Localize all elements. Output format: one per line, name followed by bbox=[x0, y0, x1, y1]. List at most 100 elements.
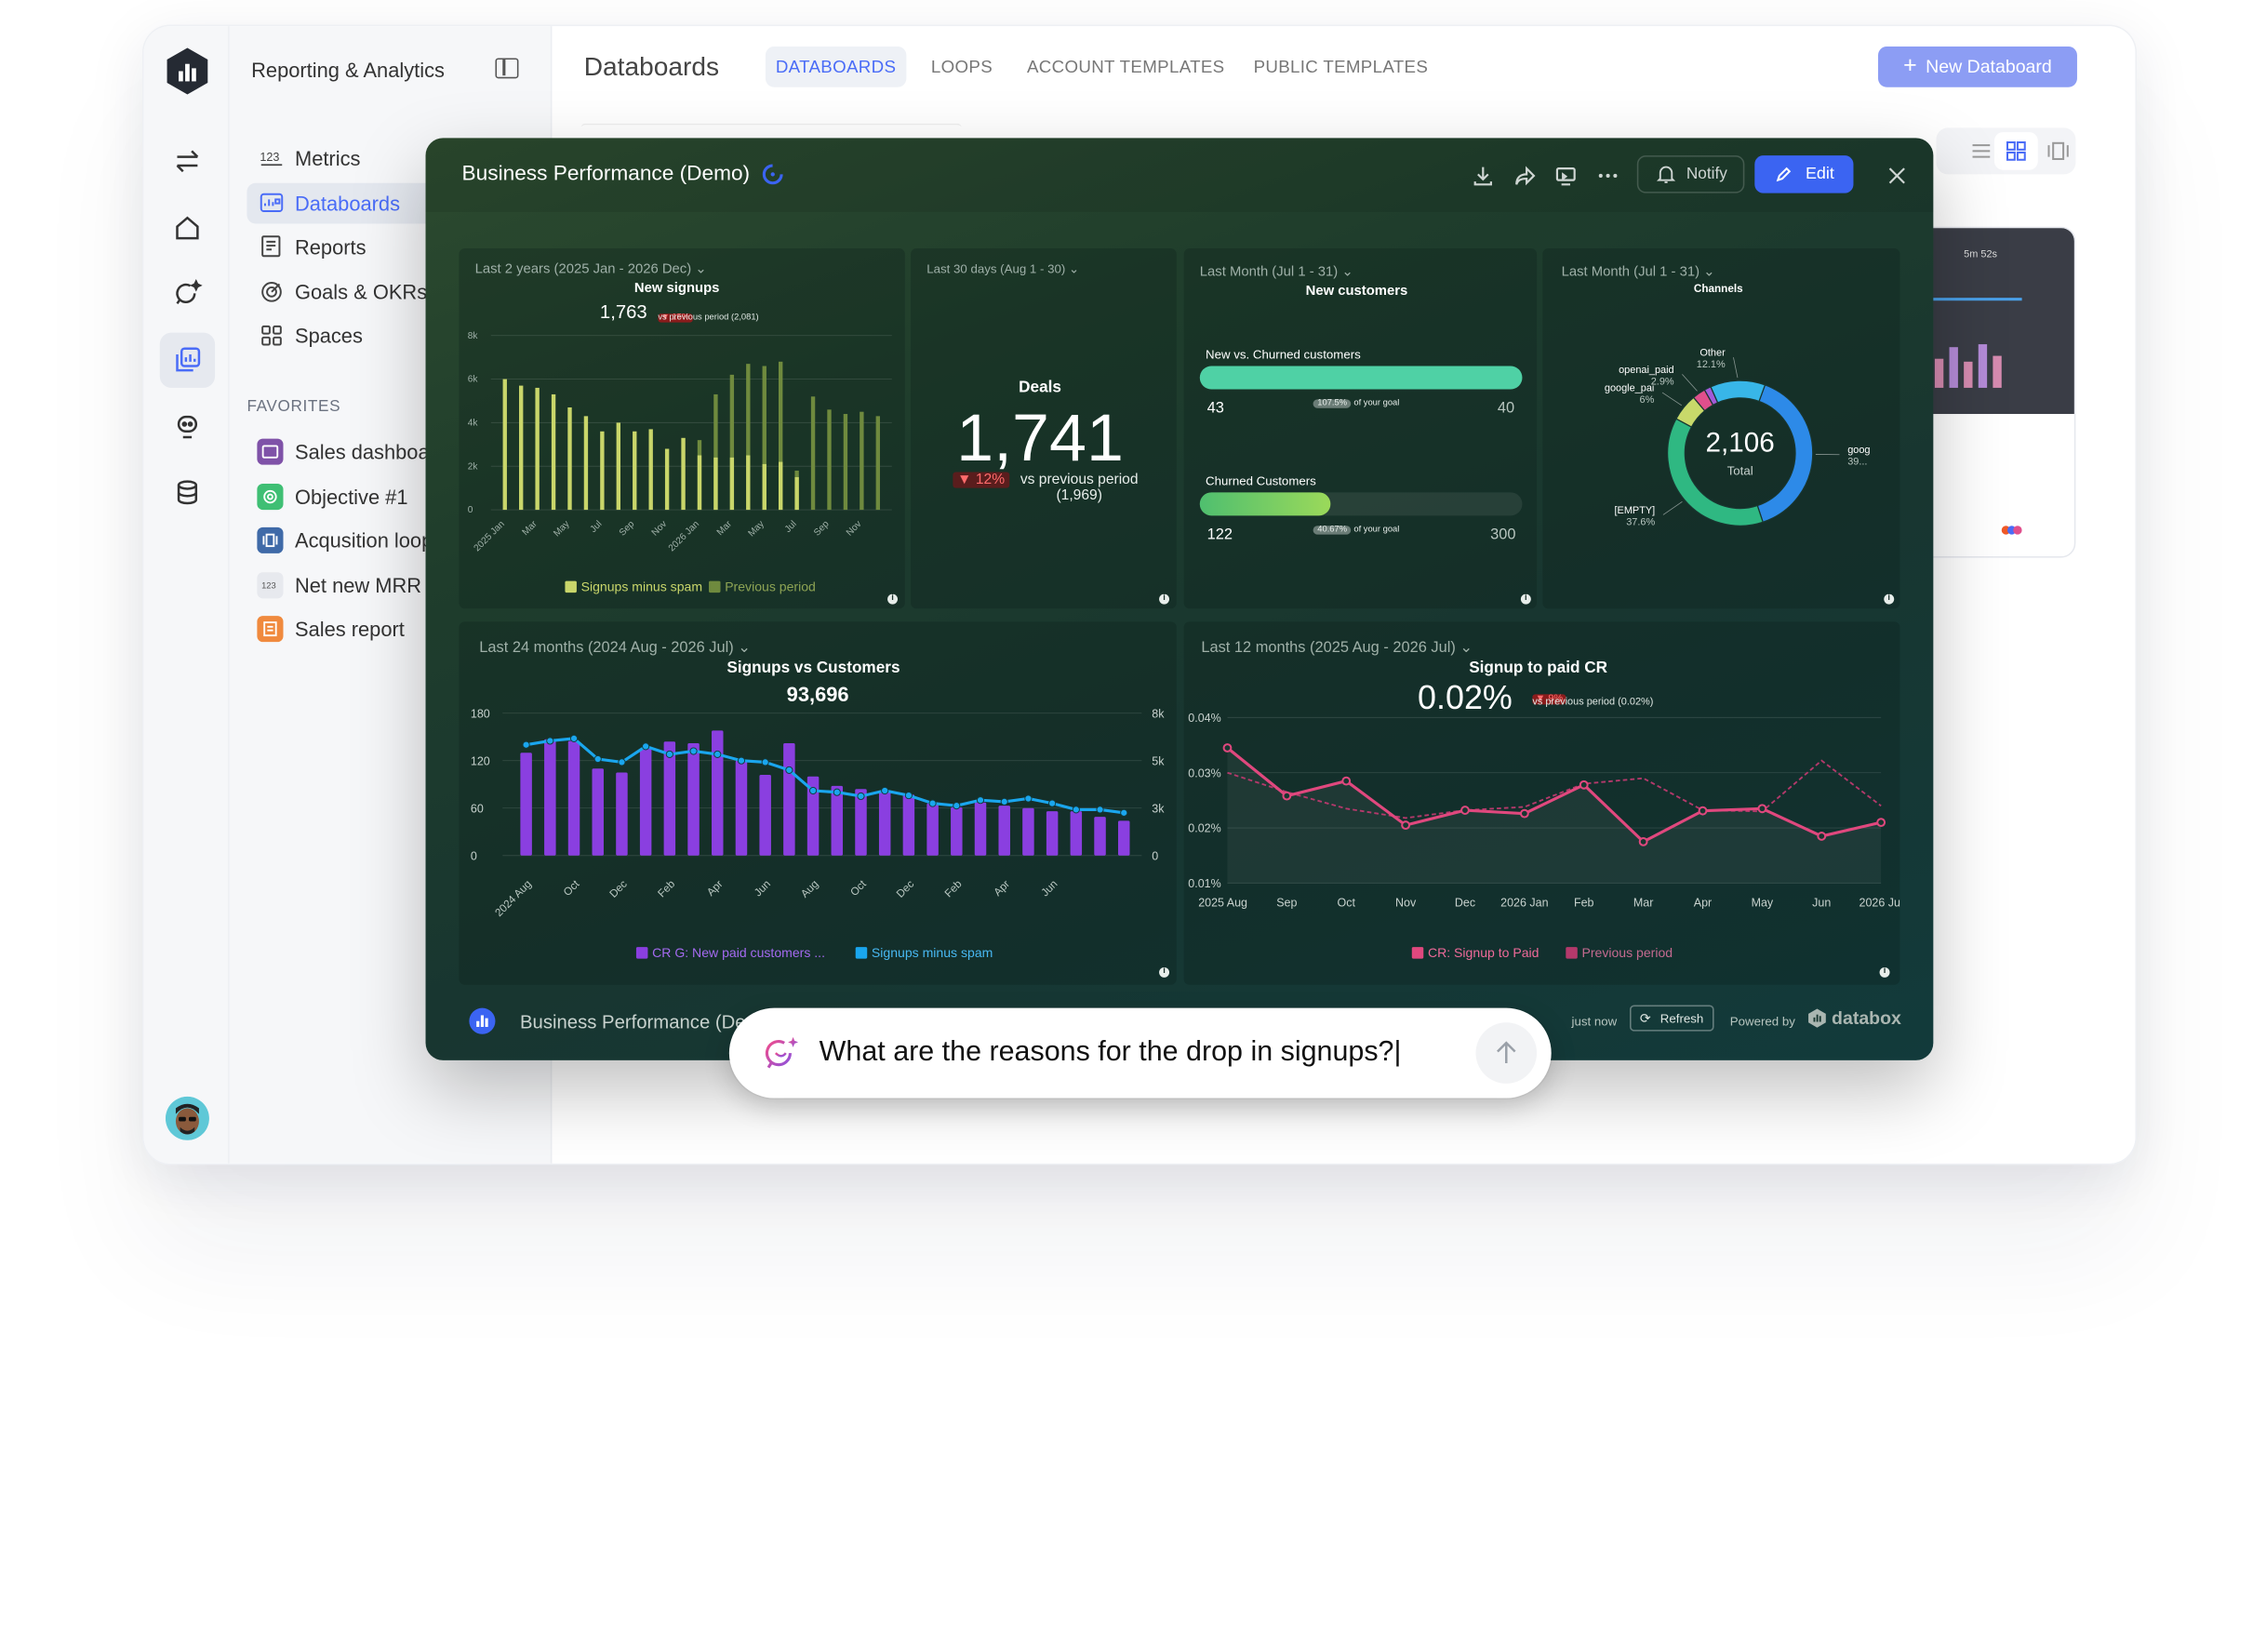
y2-tick-label: 8k bbox=[1152, 707, 1165, 720]
report-icon bbox=[257, 233, 286, 261]
tab-databoards[interactable]: DATABOARDS bbox=[765, 46, 907, 87]
x-tick-label: Jul bbox=[589, 519, 605, 535]
card-thumbnail-time: 5m 52s bbox=[1964, 249, 1998, 260]
ai-chat-icon[interactable] bbox=[160, 266, 215, 321]
refresh-button[interactable]: ⟳ Refresh bbox=[1630, 1005, 1714, 1032]
bar-paid-customers bbox=[567, 740, 580, 856]
pencil-icon bbox=[1776, 167, 1792, 182]
signups-point bbox=[713, 750, 722, 758]
bar-signups bbox=[519, 385, 524, 511]
info-icon[interactable]: i bbox=[1159, 593, 1170, 605]
bar-signups bbox=[697, 455, 702, 511]
legend-item[interactable]: Previous period bbox=[1566, 946, 1673, 960]
bar-paid-customers bbox=[639, 748, 652, 856]
widget-channels[interactable]: Last Month (Jul 1 - 31) ⌄ Channels goog 3… bbox=[1542, 248, 1900, 609]
svg-text:123: 123 bbox=[261, 580, 276, 590]
x-tick-label: 2026 Jan bbox=[1500, 896, 1548, 909]
legend-item[interactable]: CR: Signup to Paid bbox=[1411, 946, 1539, 960]
bar-signups bbox=[713, 457, 718, 511]
more-options-icon[interactable] bbox=[1596, 164, 1620, 187]
signups-point bbox=[785, 766, 793, 774]
share-icon[interactable] bbox=[1513, 164, 1537, 187]
send-button[interactable] bbox=[1475, 1022, 1538, 1084]
signups-point bbox=[1048, 799, 1057, 807]
notify-label: Notify bbox=[1686, 166, 1727, 183]
favorite-label: Net new MRR bbox=[294, 573, 422, 597]
signups-point bbox=[665, 750, 673, 758]
legend-item[interactable]: CR G: New paid customers ... bbox=[635, 946, 825, 960]
bar-signups bbox=[583, 416, 589, 511]
edit-label: Edit bbox=[1805, 166, 1834, 183]
databoards-icon[interactable] bbox=[159, 332, 216, 388]
swap-icon[interactable] bbox=[160, 134, 215, 189]
widget-period: Last Month (Jul 1 - 31) ⌄ bbox=[1199, 264, 1353, 281]
grid-view-button[interactable] bbox=[1993, 132, 2038, 170]
workspace-name[interactable]: Reporting & Analytics bbox=[251, 58, 445, 81]
metrics-123-icon: 123 bbox=[257, 572, 284, 599]
home-icon[interactable] bbox=[160, 200, 215, 255]
new-databoard-button[interactable]: + New Databoard bbox=[1878, 46, 2077, 87]
list-view-icon[interactable] bbox=[1971, 140, 1992, 161]
slice-leader-line bbox=[1661, 392, 1682, 406]
robot-agent-icon[interactable] bbox=[160, 398, 215, 453]
loop-view-icon[interactable] bbox=[2046, 140, 2070, 161]
widget-signups-vs-customers[interactable]: Last 24 months (2024 Aug - 2026 Jul) ⌄ S… bbox=[459, 621, 1177, 985]
comparison-text: vs previous period (1,969) bbox=[1020, 472, 1139, 504]
x-tick-label: Jun bbox=[1039, 878, 1060, 899]
bar-paid-customers bbox=[759, 775, 771, 856]
download-icon[interactable] bbox=[1472, 164, 1495, 187]
sidebar-item-label: Reports bbox=[294, 234, 367, 259]
x-tick-label: Mar bbox=[1633, 896, 1654, 909]
bar-paid-customers bbox=[783, 743, 795, 856]
legend-item[interactable]: Signups minus spam bbox=[855, 946, 993, 960]
legend-item[interactable]: Previous period bbox=[709, 580, 816, 594]
info-icon[interactable]: i bbox=[887, 593, 899, 605]
widget-signup-to-paid-cr[interactable]: Last 12 months (2025 Aug - 2026 Jul) ⌄ S… bbox=[1183, 621, 1900, 985]
donut-total-label: Total bbox=[1726, 463, 1753, 478]
x-tick-label: 2025 Jan bbox=[473, 519, 507, 553]
tab-account-templates[interactable]: ACCOUNT TEMPLATES bbox=[1017, 47, 1234, 87]
databox-logo-icon[interactable] bbox=[164, 47, 210, 96]
bar-paid-customers bbox=[998, 806, 1010, 856]
x-tick-label: Oct bbox=[561, 877, 582, 899]
x-tick-label: May bbox=[552, 518, 572, 539]
bar-paid-customers bbox=[951, 806, 963, 856]
slice-percent: 12.1% bbox=[1697, 359, 1726, 370]
y-tick-label: 0.04% bbox=[1188, 712, 1220, 725]
y-tick-label: 180 bbox=[471, 707, 490, 720]
x-tick-label: Nov bbox=[1395, 896, 1417, 909]
x-tick-label: 2026 Jan bbox=[667, 519, 701, 553]
sidebar-collapse-icon[interactable] bbox=[495, 58, 519, 79]
signups-point bbox=[809, 786, 818, 795]
plus-icon: + bbox=[1903, 53, 1917, 79]
signups-point bbox=[928, 799, 937, 807]
notify-button[interactable]: Notify bbox=[1636, 155, 1745, 193]
widget-new-customers[interactable]: Last Month (Jul 1 - 31) ⌄ New customers … bbox=[1183, 248, 1538, 609]
signups-point bbox=[737, 756, 746, 765]
tab-loops[interactable]: LOOPS bbox=[921, 47, 1003, 87]
info-icon[interactable]: i bbox=[1520, 593, 1531, 605]
data-sources-icon[interactable] bbox=[160, 465, 215, 520]
x-tick-label: Feb bbox=[942, 878, 965, 900]
legend-item[interactable]: Signups minus spam bbox=[565, 580, 702, 594]
edit-button[interactable]: Edit bbox=[1754, 155, 1854, 193]
search-field[interactable] bbox=[580, 123, 962, 132]
info-icon[interactable]: i bbox=[1879, 966, 1890, 978]
tab-public-templates[interactable]: PUBLIC TEMPLATES bbox=[1244, 47, 1438, 87]
tv-mode-icon[interactable] bbox=[1554, 164, 1578, 187]
user-avatar[interactable] bbox=[166, 1096, 209, 1140]
arrow-up-icon bbox=[1497, 1041, 1516, 1064]
widget-deals[interactable]: Last 30 days (Aug 1 - 30) ⌄ Deals 1,741 … bbox=[911, 248, 1177, 609]
bar-previous-period bbox=[810, 396, 816, 511]
info-icon[interactable]: i bbox=[1884, 593, 1895, 605]
info-icon[interactable]: i bbox=[1159, 966, 1170, 978]
cr-point bbox=[1757, 804, 1767, 814]
ai-question-input[interactable]: What are the reasons for the drop in sig… bbox=[728, 1007, 1552, 1099]
x-tick-label: Mar bbox=[715, 519, 735, 539]
signups-line bbox=[526, 737, 1125, 815]
data-source-logos bbox=[2001, 515, 2028, 535]
y2-tick-label: 0 bbox=[1152, 849, 1158, 862]
icon-rail bbox=[143, 26, 230, 1164]
close-icon[interactable] bbox=[1886, 164, 1909, 187]
widget-new-signups[interactable]: Last 2 years (2025 Jan - 2026 Dec) ⌄ New… bbox=[459, 248, 905, 609]
